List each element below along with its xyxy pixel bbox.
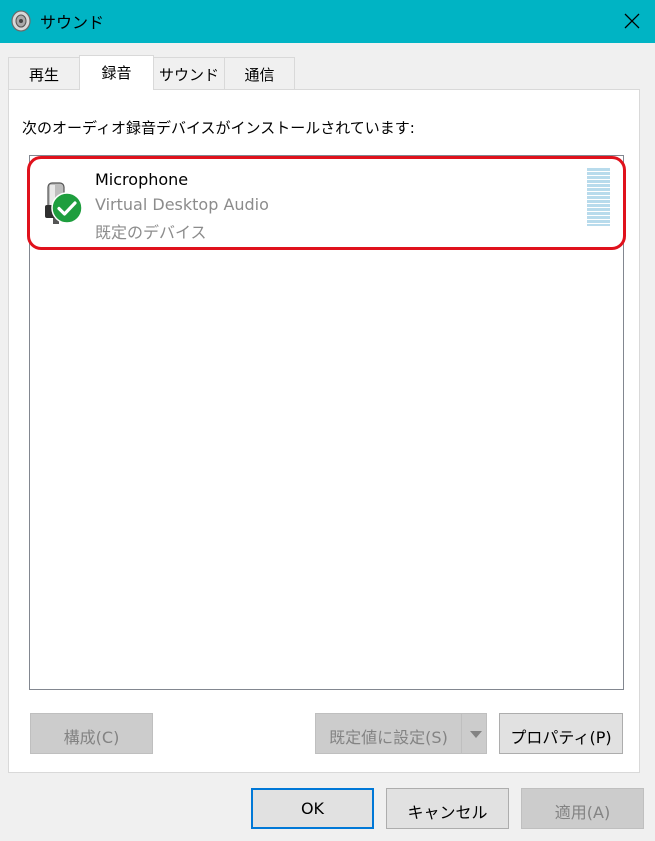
device-list[interactable]: Microphone Virtual Desktop Audio 既定のデバイス <box>29 155 624 690</box>
speaker-icon <box>10 10 32 32</box>
tab-label: サウンド <box>158 66 219 84</box>
configure-button[interactable]: 構成(C) <box>30 713 153 754</box>
tab-label: 再生 <box>28 66 59 84</box>
device-name: Microphone <box>95 170 189 189</box>
chevron-down-icon <box>470 731 482 738</box>
cancel-button[interactable]: キャンセル <box>386 788 509 829</box>
set-default-button[interactable]: 既定値に設定(S) <box>315 713 462 754</box>
tab-playback[interactable]: 再生 <box>8 57 80 89</box>
device-status: 既定のデバイス <box>95 223 207 242</box>
close-icon <box>624 13 640 29</box>
set-default-dropdown-button[interactable] <box>461 713 487 754</box>
properties-button[interactable]: プロパティ(P) <box>499 713 623 754</box>
tab-label: 通信 <box>244 66 275 84</box>
tab-sounds[interactable]: サウンド <box>153 57 225 89</box>
instruction-text: 次のオーディオ録音デバイスがインストールされています: <box>22 119 415 137</box>
window-title: サウンド <box>40 13 105 32</box>
apply-button[interactable]: 適用(A) <box>521 788 644 829</box>
close-button[interactable] <box>609 0 655 43</box>
default-check-icon <box>51 192 83 228</box>
device-description: Virtual Desktop Audio <box>95 195 269 214</box>
tab-communications[interactable]: 通信 <box>224 57 295 89</box>
title-bar: サウンド <box>0 0 655 43</box>
microphone-icon <box>42 181 88 247</box>
tab-label: 録音 <box>101 64 132 82</box>
tab-recording[interactable]: 録音 <box>79 55 154 90</box>
ok-button[interactable]: OK <box>251 788 374 829</box>
level-meter <box>587 168 610 226</box>
list-item[interactable]: Microphone Virtual Desktop Audio 既定のデバイス <box>30 156 623 251</box>
